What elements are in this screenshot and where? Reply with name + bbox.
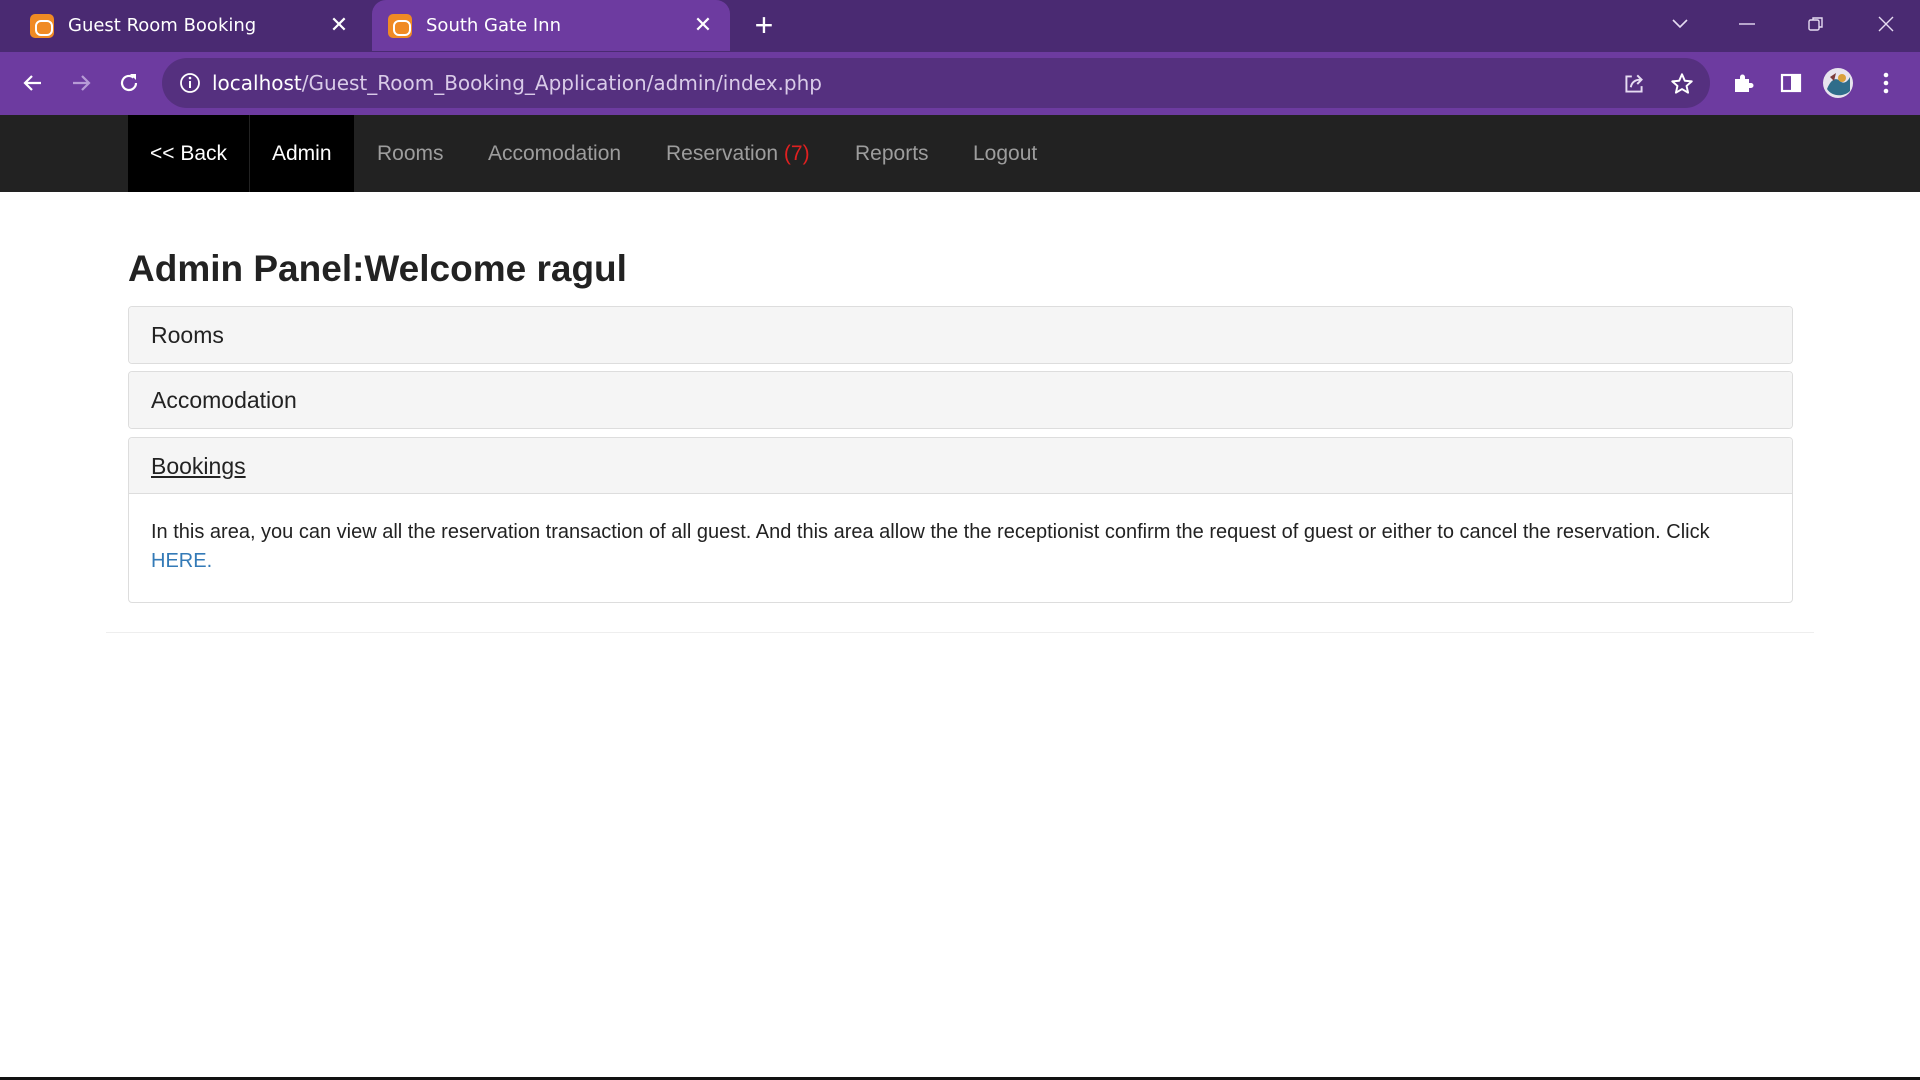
browser-tabstrip: Guest Room Booking ✕ South Gate Inn ✕ + [0,0,1920,52]
forward-arrow-icon[interactable] [61,63,101,103]
bookings-description-text: In this area, you can view all the reser… [151,521,1710,543]
tab-title: Guest Room Booking [68,15,257,36]
page-title: Admin Panel:Welcome ragul [128,248,627,289]
reservation-count-badge: (7) [783,142,810,165]
bookings-here-link[interactable]: HERE. [151,550,212,572]
side-panel-icon[interactable] [1771,63,1811,103]
minimize-icon[interactable] [1727,6,1767,42]
browser-toolbar: localhost/Guest_Room_Booking_Application… [0,52,1920,115]
xampp-favicon-icon [30,13,54,38]
url-host: localhost [212,71,302,95]
tab-search-chevron-icon[interactable] [1660,6,1700,42]
url-path: /Guest_Room_Booking_Application/admin/in… [301,71,822,95]
xampp-favicon-icon [388,13,412,38]
tab-title: South Gate Inn [426,15,561,36]
tab-south-gate-inn[interactable]: South Gate Inn ✕ [372,0,730,51]
nav-brand-admin[interactable]: Admin [250,115,354,192]
nav-item-reservation[interactable]: Reservation (7) [644,115,832,192]
window-close-icon[interactable] [1866,6,1906,42]
reload-icon[interactable] [109,63,149,103]
tab-close-icon[interactable]: ✕ [690,13,716,39]
extensions-puzzle-icon[interactable] [1723,63,1763,103]
nav-item-accomodation[interactable]: Accomodation [466,115,643,192]
tab-guest-room-booking[interactable]: Guest Room Booking ✕ [14,0,366,51]
address-bar[interactable]: localhost/Guest_Room_Booking_Application… [162,58,1710,108]
panel-accomodation: Accomodation [128,371,1793,429]
panel-heading-accomodation[interactable]: Accomodation [129,372,1792,428]
url-text: localhost/Guest_Room_Booking_Application… [212,58,822,108]
nav-item-reservation-label: Reservation [666,142,779,165]
bookmark-star-icon[interactable] [1669,71,1695,97]
site-navbar: << Back Admin Rooms Accomodation Reserva… [0,115,1920,192]
share-icon[interactable] [1621,71,1647,97]
restore-icon[interactable] [1796,6,1836,42]
bookings-toggle-link[interactable]: Bookings [151,453,246,479]
nav-back-link[interactable]: << Back [128,115,250,192]
new-tab-plus-icon[interactable]: + [748,9,780,42]
back-arrow-icon[interactable] [13,63,53,103]
tab-close-icon[interactable]: ✕ [326,13,352,39]
panel-rooms: Rooms [128,306,1793,364]
panel-heading-rooms[interactable]: Rooms [129,307,1792,363]
site-info-icon[interactable] [178,71,202,95]
nav-item-logout[interactable]: Logout [951,115,1059,192]
bookings-description: In this area, you can view all the reser… [129,494,1792,602]
content-divider [106,632,1814,633]
panel-heading-bookings: Bookings [129,438,1792,494]
browser-menu-icon[interactable] [1866,63,1906,103]
profile-avatar[interactable] [1818,63,1858,103]
panel-bookings: Bookings In this area, you can view all … [128,437,1793,603]
nav-item-rooms[interactable]: Rooms [355,115,466,192]
nav-item-reports[interactable]: Reports [833,115,951,192]
